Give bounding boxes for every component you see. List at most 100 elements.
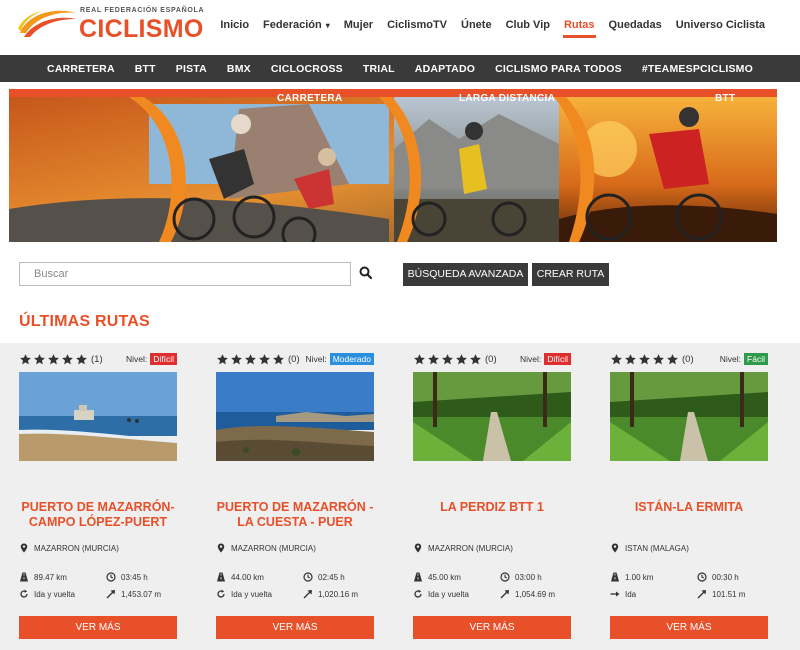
road-distance-icon bbox=[217, 572, 225, 582]
route-image-container[interactable] bbox=[19, 372, 177, 461]
route-card: (1) Nivel: Difícil PUERTO DE MAZARRÓN- CAMPO… bbox=[19, 350, 177, 650]
rating-stars[interactable] bbox=[216, 353, 285, 366]
rating-stars[interactable] bbox=[610, 353, 679, 366]
star-icon bbox=[611, 353, 622, 364]
logo-title: CICLISMO bbox=[79, 15, 204, 43]
route-level: Nivel: Fácil bbox=[720, 353, 768, 365]
banner-label-larga-distancia[interactable]: LARGA DISTANCIA bbox=[459, 93, 555, 104]
nav-item-quedadas[interactable]: Quedadas bbox=[602, 18, 669, 34]
route-image bbox=[19, 372, 177, 461]
category-pista[interactable]: PISTA bbox=[166, 63, 217, 75]
nav-item-rutas[interactable]: Rutas bbox=[557, 18, 602, 38]
route-rating[interactable]: (0) bbox=[413, 352, 497, 366]
level-badge: Difícil bbox=[544, 353, 571, 365]
route-title-line-1: PUERTO DE MAZARRÓN - bbox=[216, 500, 374, 514]
route-title[interactable]: PUERTO DE MAZARRÓN- CAMPO LÓPEZ-PUERT bbox=[13, 500, 183, 530]
clock-icon bbox=[500, 572, 510, 582]
route-type-value: Ida bbox=[625, 589, 637, 599]
route-distance: 1.00 km bbox=[610, 572, 653, 582]
route-type-value: Ida y vuelta bbox=[34, 589, 75, 599]
elevation-arrow-icon bbox=[106, 590, 115, 599]
route-type: Ida bbox=[610, 589, 636, 599]
category-bar: CARRETERA BTT PISTA BMX CICLOCROSS TRIAL ADAPT… bbox=[0, 55, 800, 82]
nav-item-club-vip[interactable]: Club Vip bbox=[499, 18, 557, 34]
category-carretera[interactable]: CARRETERA bbox=[37, 63, 125, 75]
one-way-arrow-icon bbox=[610, 591, 620, 597]
route-distance: 44.00 km bbox=[216, 572, 264, 582]
banner-label-carretera[interactable]: CARRETERA bbox=[277, 93, 342, 104]
round-trip-icon bbox=[217, 589, 225, 598]
route-rating[interactable]: (0) bbox=[216, 352, 300, 366]
nav-item-mujer[interactable]: Mujer bbox=[337, 18, 380, 34]
level-label: Nivel: bbox=[305, 354, 327, 364]
create-route-button[interactable]: CREAR RUTA bbox=[532, 263, 609, 286]
route-level: Nivel: Difícil bbox=[126, 353, 177, 365]
route-location-text: MAZARRON (MURCIA) bbox=[231, 543, 316, 553]
category-bmx[interactable]: BMX bbox=[217, 63, 261, 75]
route-card: (0) Nivel: Fácil ISTÁN-LA ERMITA ISTAN (MALA… bbox=[610, 350, 768, 650]
star-icon bbox=[76, 353, 87, 364]
view-more-button[interactable]: VER MÁS bbox=[19, 616, 177, 639]
route-rating[interactable]: (0) bbox=[610, 352, 694, 366]
route-rating[interactable]: (1) bbox=[19, 352, 103, 366]
route-title-line-2: CAMPO LÓPEZ-PUERT bbox=[28, 515, 168, 529]
hero-banner[interactable]: CARRETERA LARGA DISTANCIA BTT bbox=[9, 89, 777, 242]
route-level: Nivel: Difícil bbox=[520, 353, 571, 365]
rating-count: (0) bbox=[485, 353, 497, 365]
nav-item-universo-ciclista[interactable]: Universo Ciclista bbox=[669, 18, 772, 34]
star-icon bbox=[259, 353, 270, 364]
search-button[interactable] bbox=[357, 264, 375, 282]
route-title[interactable]: LA PERDIZ BTT 1 bbox=[407, 500, 577, 515]
rating-count: (1) bbox=[91, 353, 103, 365]
category-adaptado[interactable]: ADAPTADO bbox=[405, 63, 485, 75]
route-title[interactable]: PUERTO DE MAZARRÓN - LA CUESTA - PUER bbox=[210, 500, 380, 530]
advanced-search-button[interactable]: BÚSQUEDA AVANZADA bbox=[403, 263, 528, 286]
nav-item-label: Quedadas bbox=[608, 19, 662, 31]
route-elevation-value: 1,453.07 m bbox=[121, 589, 162, 599]
nav-item-federaci-n[interactable]: Federación ▾ bbox=[256, 18, 337, 34]
route-title[interactable]: ISTÁN-LA ERMITA bbox=[604, 500, 774, 515]
road-distance-icon bbox=[20, 572, 28, 582]
round-trip-icon bbox=[20, 589, 28, 598]
nav-item-label: Federación bbox=[263, 19, 322, 31]
route-image-container[interactable] bbox=[216, 372, 374, 461]
route-location-text: ISTAN (MALAGA) bbox=[625, 543, 689, 553]
star-icon bbox=[442, 353, 453, 364]
nav-item--nete[interactable]: Únete bbox=[454, 18, 499, 34]
rating-stars[interactable] bbox=[19, 353, 88, 366]
route-elevation: 1,054.69 m bbox=[500, 589, 555, 599]
star-icon bbox=[428, 353, 439, 364]
route-duration: 03:45 h bbox=[106, 572, 148, 582]
banner-label-btt[interactable]: BTT bbox=[715, 93, 735, 104]
nav-item-ciclismotv[interactable]: CiclismoTV bbox=[380, 18, 454, 34]
route-card: (0) Nivel: Moderado PUERTO DE MAZARRÓN - LA … bbox=[216, 350, 374, 650]
search-input[interactable] bbox=[19, 262, 351, 286]
route-duration-value: 02:45 h bbox=[318, 572, 345, 582]
route-type: Ida y vuelta bbox=[216, 589, 272, 599]
nav-item-inicio[interactable]: Inicio bbox=[213, 18, 256, 34]
route-location: MAZARRON (MURCIA) bbox=[413, 543, 513, 553]
nav-item-label: Inicio bbox=[220, 19, 250, 31]
nav-item-label: Únete bbox=[461, 19, 492, 31]
route-distance: 45.00 km bbox=[413, 572, 461, 582]
category-btt[interactable]: BTT bbox=[125, 63, 166, 75]
route-location-text: MAZARRON (MURCIA) bbox=[428, 543, 513, 553]
route-image-container[interactable] bbox=[610, 372, 768, 461]
star-icon bbox=[217, 353, 228, 364]
route-elevation: 101.51 m bbox=[697, 589, 745, 599]
category--teamespciclismo[interactable]: #TEAMESPCICLISMO bbox=[632, 63, 763, 75]
view-more-button[interactable]: VER MÁS bbox=[610, 616, 768, 639]
site-logo[interactable]: REAL FEDERACIÓN ESPAÑOLA CICLISMO bbox=[16, 3, 204, 45]
view-more-button[interactable]: VER MÁS bbox=[413, 616, 571, 639]
clock-icon bbox=[303, 572, 313, 582]
view-more-button[interactable]: VER MÁS bbox=[216, 616, 374, 639]
route-image-container[interactable] bbox=[413, 372, 571, 461]
clock-icon bbox=[106, 572, 116, 582]
category-ciclocross[interactable]: CICLOCROSS bbox=[261, 63, 353, 75]
category-ciclismo-para-todos[interactable]: CICLISMO PARA TODOS bbox=[485, 63, 632, 75]
category-trial[interactable]: TRIAL bbox=[353, 63, 405, 75]
elevation-arrow-icon bbox=[303, 590, 312, 599]
route-elevation: 1,453.07 m bbox=[106, 589, 161, 599]
banner-image bbox=[9, 89, 777, 242]
rating-stars[interactable] bbox=[413, 353, 482, 366]
